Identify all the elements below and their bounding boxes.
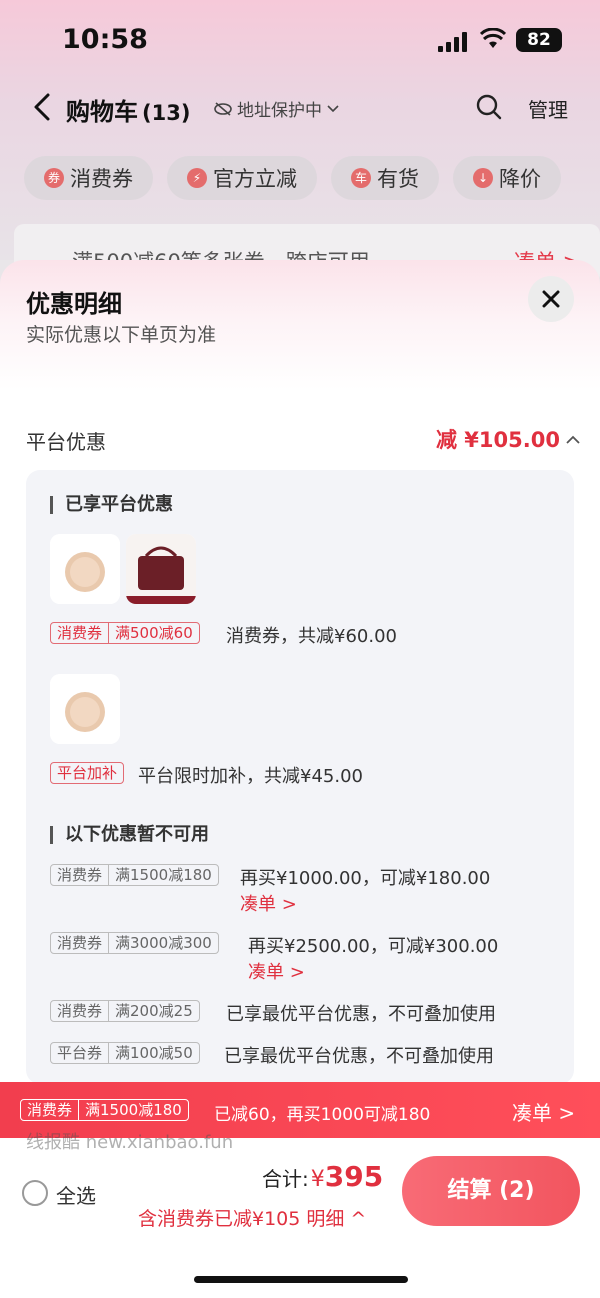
platform-discount-amount[interactable]: 减 ¥105.00 <box>436 424 580 454</box>
tag-type: 消费券 <box>27 1101 73 1119</box>
unavailable-text: 已享最优平台优惠，不可叠加使用 <box>226 1004 496 1025</box>
cart-icon: 车 <box>351 168 371 188</box>
discount-detail-link[interactable]: 含消费券已减¥105 明细 ^ <box>138 1204 366 1231</box>
filter-chip-in-stock[interactable]: 车有货 <box>331 156 439 200</box>
sheet-subtitle: 实际优惠以下单页为准 <box>26 324 217 346</box>
eye-off-icon <box>214 101 232 116</box>
tag-rule: 满100减50 <box>108 1043 199 1063</box>
tag-rule: 满1500减180 <box>108 865 218 885</box>
unavailable-heading: 以下优惠暂不可用 <box>50 826 209 844</box>
unavailable-text: 再买¥1000.00，可减¥180.00 <box>240 868 491 889</box>
platform-discount-value: 减 ¥105.00 <box>436 428 560 452</box>
sheet-title: 优惠明细 <box>26 290 122 318</box>
back-icon[interactable] <box>32 92 52 122</box>
coupon-tag: 消费券 满3000减300 <box>50 932 219 954</box>
add-items-link[interactable]: 凑单 > <box>248 958 305 984</box>
platform-discount-heading: 平台优惠 <box>26 430 106 454</box>
enjoyed-heading: 已享平台优惠 <box>50 496 173 514</box>
total-price: 合计:¥395 <box>262 1160 383 1193</box>
tag-rule: 满200减25 <box>108 1001 199 1021</box>
promo-tag: 消费券 满1500减180 <box>20 1099 189 1121</box>
filter-chip-label: 有货 <box>377 167 419 191</box>
page-title: 购物车 (13) <box>66 92 190 127</box>
chevron-down-icon <box>327 104 339 112</box>
nav-bar: 购物车 (13) 地址保护中 管理 <box>0 82 600 134</box>
currency-symbol: ¥ <box>310 1167 325 1192</box>
promo-bar-link[interactable]: 凑单 > <box>512 1097 575 1126</box>
close-icon <box>542 290 560 308</box>
tag-type: 平台加补 <box>57 764 118 782</box>
battery-icon: 82 <box>516 28 562 52</box>
tag-type: 消费券 <box>57 624 103 642</box>
coupon-tag: 消费券 满500减60 <box>50 622 200 644</box>
checkout-button[interactable]: 结算 (2) <box>402 1156 580 1226</box>
handbag-image <box>126 534 196 604</box>
close-button[interactable] <box>528 276 574 322</box>
tag-rule: 满3000减300 <box>108 933 218 953</box>
product-thumbnail-bag[interactable] <box>126 534 196 604</box>
tag-type: 消费券 <box>57 934 103 952</box>
unavailable-text: 已享最优平台优惠，不可叠加使用 <box>224 1046 494 1067</box>
ticket-icon: 券 <box>44 168 64 188</box>
address-protection-label: 地址保护中 <box>237 101 322 121</box>
select-all-label[interactable]: 全选 <box>56 1180 96 1209</box>
status-bar: 10:58 82 <box>0 0 600 80</box>
filter-chip-official[interactable]: ⚡ 官方立减 <box>167 156 317 200</box>
discount-detail-sheet: 优惠明细 实际优惠以下单页为准 平台优惠 减 ¥105.00 已享平台优惠 消费… <box>0 260 600 1298</box>
coupon-tag: 平台券 满100减50 <box>50 1042 200 1064</box>
checkout-footer: 全选 合计:¥395 含消费券已减¥105 明细 ^ 结算 (2) <box>0 1138 600 1298</box>
product-thumbnail-compact-2[interactable] <box>50 674 120 744</box>
discount-panel: 已享平台优惠 消费券 满500减60 消费券，共减¥60.00 平台加补 平台限… <box>26 470 574 1084</box>
cart-count: (13) <box>142 101 191 125</box>
lightning-icon: ⚡ <box>187 168 207 188</box>
filter-chip-label: 降价 <box>499 167 541 191</box>
unavailable-text: 再买¥2500.00，可减¥300.00 <box>248 936 499 957</box>
wifi-icon <box>480 28 506 48</box>
watermark: 线报酷 new.xianbao.fun <box>26 1132 234 1153</box>
compact-powder-image <box>50 674 120 744</box>
address-protection[interactable]: 地址保护中 <box>214 96 339 121</box>
manage-button[interactable]: 管理 <box>528 94 568 123</box>
filter-chip-label: 消费券 <box>70 167 133 191</box>
home-indicator <box>194 1276 408 1283</box>
total-label: 合计: <box>262 1167 309 1191</box>
subsidy-tag: 平台加补 <box>50 762 125 784</box>
tag-rule: 满1500减180 <box>78 1100 188 1120</box>
enjoyed-coupon-text: 消费券，共减¥60.00 <box>226 626 397 647</box>
filter-chips: 券消费券 ⚡ 官方立减 车有货 ↓ 降价 <box>24 156 600 200</box>
price-down-icon: ↓ <box>473 168 493 188</box>
chevron-up-icon <box>566 435 580 444</box>
filter-chip-price-drop[interactable]: ↓ 降价 <box>453 156 561 200</box>
filter-chip-label: 官方立减 <box>213 167 297 191</box>
promo-bar-text: 已减60，再买1000可减180 <box>214 1105 431 1125</box>
coupon-tag: 消费券 满200减25 <box>50 1000 200 1022</box>
enjoyed-subsidy-text: 平台限时加补，共减¥45.00 <box>138 766 363 787</box>
compact-powder-image <box>50 534 120 604</box>
select-all-radio[interactable] <box>22 1180 48 1206</box>
status-time: 10:58 <box>62 24 148 55</box>
filter-chip-coupon[interactable]: 券消费券 <box>24 156 153 200</box>
tag-rule: 满500减60 <box>108 623 199 643</box>
product-thumbnail-compact[interactable] <box>50 534 120 604</box>
tag-type: 消费券 <box>57 866 103 884</box>
tag-type: 消费券 <box>57 1002 103 1020</box>
total-value: 395 <box>324 1160 384 1193</box>
coupon-tag: 消费券 满1500减180 <box>50 864 219 886</box>
page-title-text: 购物车 <box>66 98 138 126</box>
search-icon[interactable] <box>476 94 502 120</box>
add-items-link[interactable]: 凑单 > <box>240 890 297 916</box>
tag-type: 平台券 <box>57 1044 103 1062</box>
signal-icon <box>438 32 468 52</box>
